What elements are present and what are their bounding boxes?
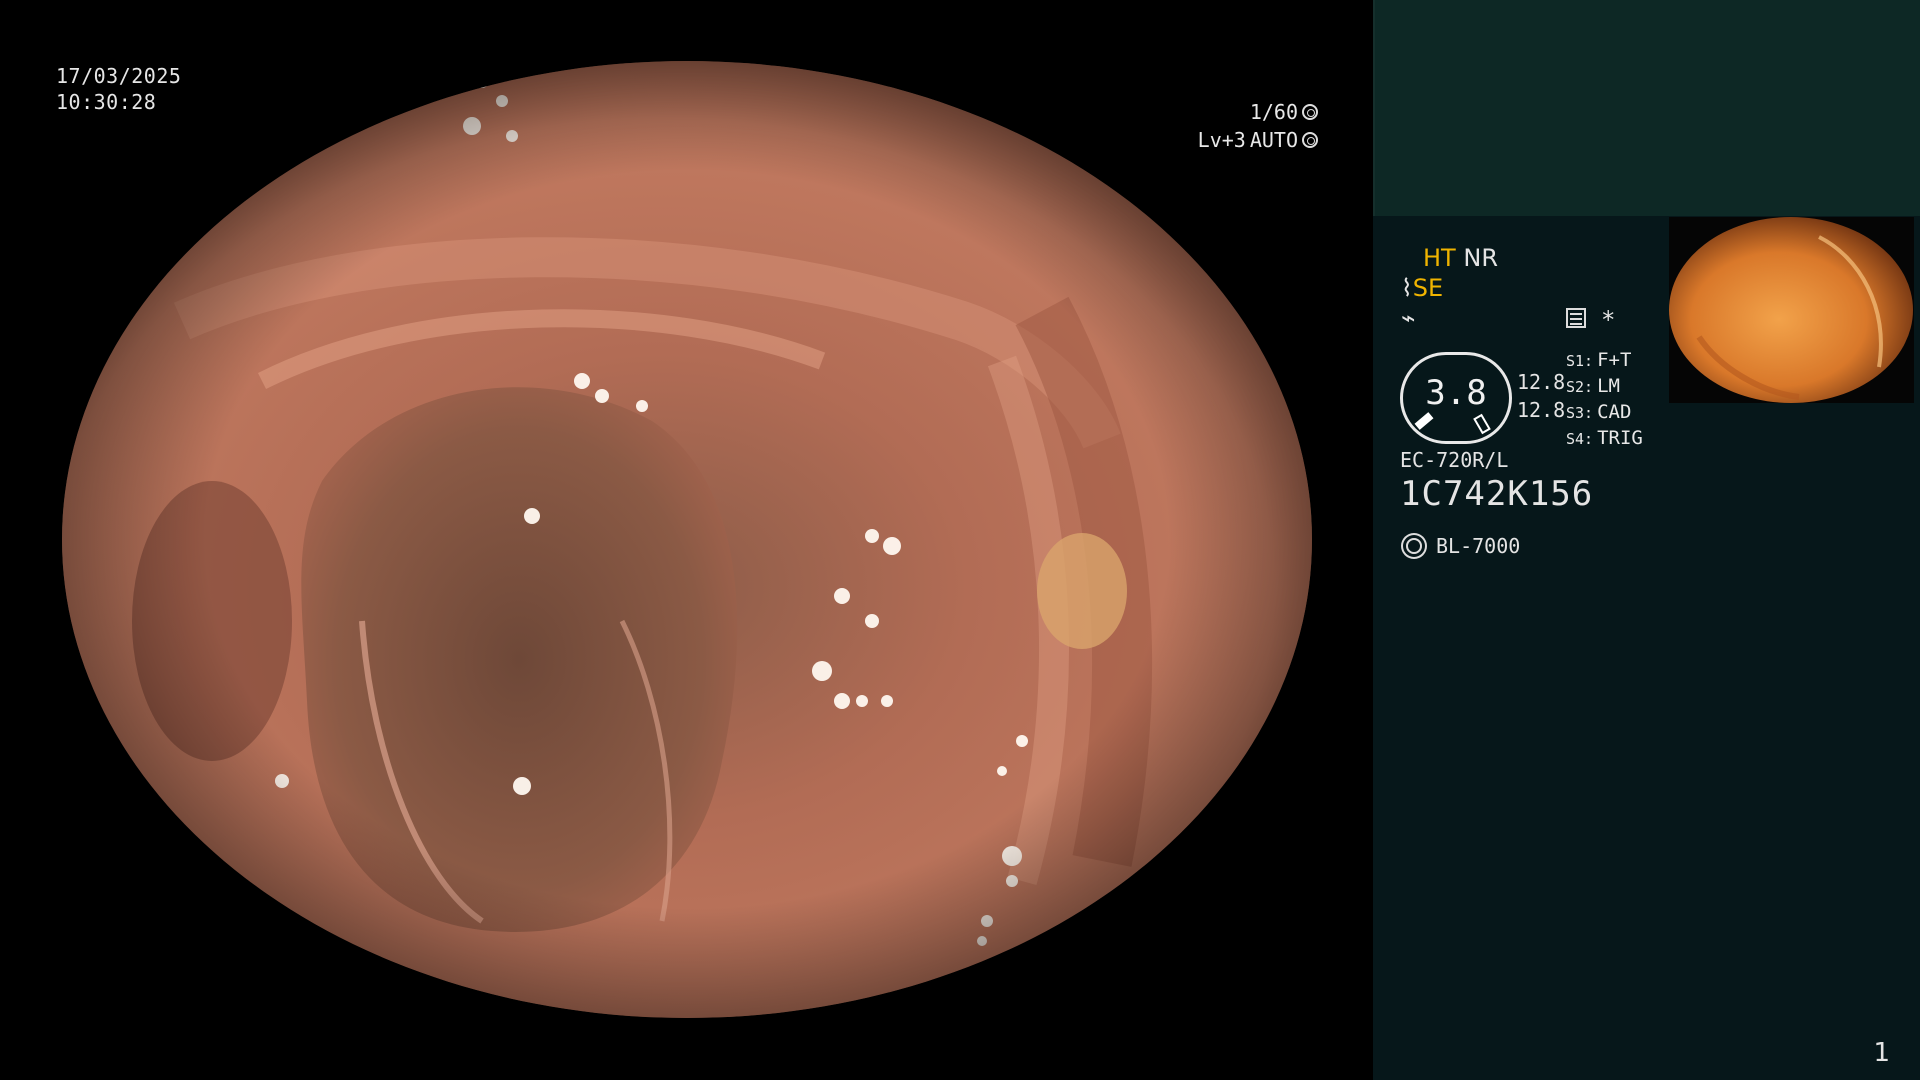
auto-exposure-icon xyxy=(1302,132,1318,148)
se-row: ⌇SE xyxy=(1401,274,1443,302)
scope-icon: ⌇ xyxy=(1401,274,1413,302)
endoscope-view-area: 17/03/2025 10:30:28 1/60 Lv+3 AUTO xyxy=(0,0,1373,1080)
reading-2: 12.8 xyxy=(1517,398,1566,422)
panel-header-area xyxy=(1373,0,1920,216)
exposure-readout: 1/60 Lv+3 AUTO xyxy=(1178,98,1318,154)
gauge-value: 3.8 xyxy=(1425,373,1487,413)
nr-label: NR xyxy=(1463,244,1498,272)
thumbnail-image xyxy=(1669,217,1914,403)
bolt-icon: ⌁ xyxy=(1401,304,1416,332)
gauge-left-marker xyxy=(1414,412,1434,430)
endoscopic-image xyxy=(62,61,1312,1018)
level-line: Lv+3 AUTO xyxy=(1178,126,1318,154)
star-marker: * xyxy=(1601,306,1616,334)
switch-item: S2: LM xyxy=(1566,375,1620,397)
captured-thumbnail[interactable] xyxy=(1669,217,1914,403)
level-value: Lv+3 xyxy=(1197,128,1246,152)
gauge-right-marker xyxy=(1473,413,1491,435)
colon-mucosa-image xyxy=(62,61,1312,1018)
light-source-row: BL-7000 xyxy=(1400,532,1520,560)
mode-value: AUTO xyxy=(1249,128,1298,152)
ht-label: HT xyxy=(1423,244,1456,272)
switch-item: S1: F+T xyxy=(1566,349,1632,371)
switch-item: S3: CAD xyxy=(1566,401,1632,423)
info-panel: HT NR ⌇SE ⌁ * 3.8 12.8 12.8 S1: F+T S2: LM… xyxy=(1373,0,1920,1080)
shutter-line: 1/60 xyxy=(1178,98,1318,126)
gauge-icon: 3.8 xyxy=(1400,352,1512,444)
date-readout: 17/03/2025 xyxy=(56,64,182,88)
scope-serial: 1C742K156 xyxy=(1400,474,1594,514)
switch-list: S1: F+T S2: LM S3: CAD S4: TRIG xyxy=(1566,348,1643,452)
light-source-label: BL-7000 xyxy=(1436,534,1521,558)
shutter-value: 1/60 xyxy=(1249,100,1298,124)
stats-icon xyxy=(1566,308,1586,328)
reading-1: 12.8 xyxy=(1517,370,1566,394)
shutter-icon xyxy=(1302,104,1318,120)
time-readout: 10:30:28 xyxy=(56,90,157,114)
switch-item: S4: TRIG xyxy=(1566,427,1643,449)
scope-model: EC-720R/L xyxy=(1400,448,1509,472)
scope-mask-bottom xyxy=(0,1018,1373,1080)
ht-nr-row: HT NR xyxy=(1423,244,1498,272)
se-label: SE xyxy=(1412,274,1444,302)
light-source-icon xyxy=(1406,538,1422,554)
scope-mask-top xyxy=(0,0,1373,61)
page-number: 1 xyxy=(1873,1038,1890,1068)
